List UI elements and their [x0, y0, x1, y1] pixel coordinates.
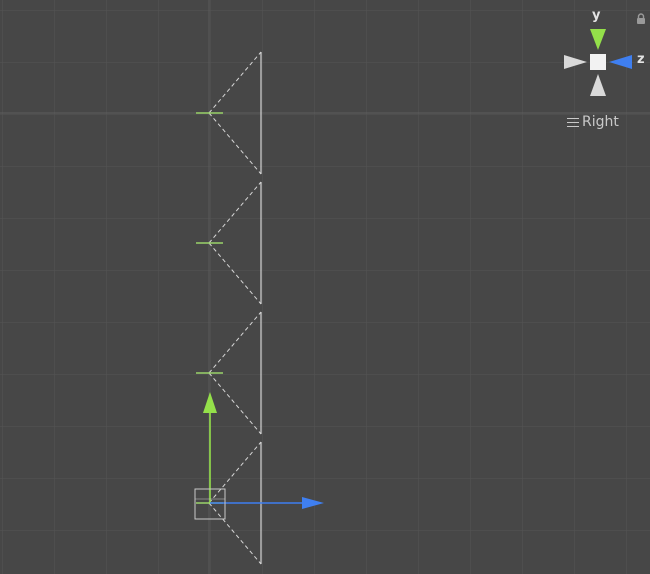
- scene-canvas[interactable]: [0, 0, 650, 574]
- gizmo-z-label[interactable]: z: [637, 52, 645, 67]
- scene-grid: [0, 0, 650, 574]
- view-mode-text: Right: [582, 114, 619, 130]
- gizmo-y-label[interactable]: y: [592, 8, 600, 23]
- scene-view[interactable]: y z Right: [0, 0, 650, 574]
- lock-icon[interactable]: [636, 13, 646, 25]
- gizmo-center-cube[interactable]: [590, 54, 606, 70]
- view-mode-label[interactable]: Right: [567, 114, 619, 130]
- hamburger-menu-icon: [567, 117, 579, 127]
